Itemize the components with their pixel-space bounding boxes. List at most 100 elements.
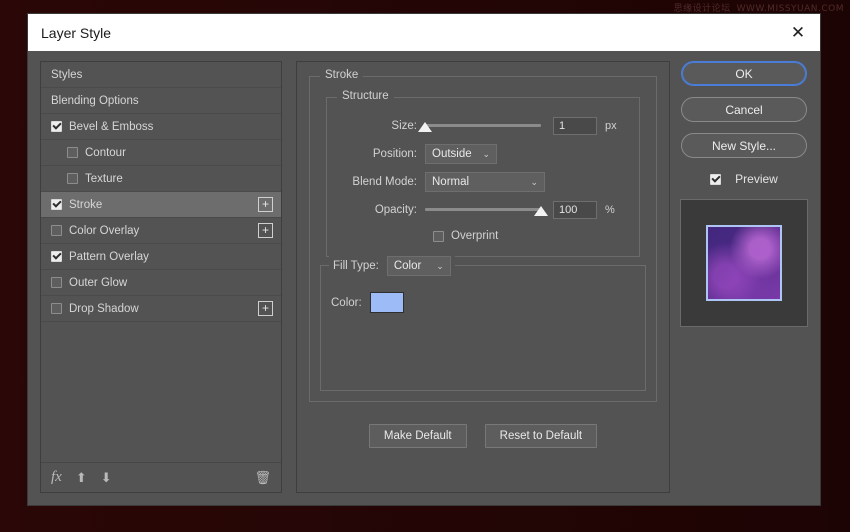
size-input[interactable]: 1 <box>553 117 597 135</box>
styles-toolbar: fx ⬆ ⬇ 🗑 <box>41 462 281 492</box>
sidebar-item-label: Stroke <box>69 198 103 211</box>
watermark: 思缘设计论坛 WWW.MISSYUAN.COM <box>674 1 844 14</box>
dialog-title: Layer Style <box>41 24 112 41</box>
sidebar-item-label: Bevel & Emboss <box>69 120 154 133</box>
add-color-overlay-effect-icon[interactable]: + <box>258 223 273 238</box>
new-style-button[interactable]: New Style... <box>681 133 807 158</box>
center-buttons: Make Default Reset to Default <box>309 424 657 448</box>
desktop-background: 思缘设计论坛 WWW.MISSYUAN.COM Layer Style ✕ Sty… <box>0 0 850 532</box>
move-up-icon[interactable]: ⬆ <box>76 470 87 486</box>
size-slider-track <box>425 124 541 127</box>
checkbox-pattern-overlay[interactable] <box>51 251 62 262</box>
add-stroke-effect-icon[interactable]: + <box>258 197 273 212</box>
stroke-group: Stroke Structure Size: 1 px Position: Ou… <box>309 69 657 402</box>
sidebar-item-stroke[interactable]: Stroke + <box>41 192 281 218</box>
fx-menu-icon[interactable]: fx <box>51 469 62 486</box>
fill-type-legend: Fill Type: Color ⌄ <box>329 256 455 276</box>
move-down-icon[interactable]: ⬇ <box>101 470 112 486</box>
chevron-down-icon: ⌄ <box>530 176 538 187</box>
watermark-cn-text: 思缘设计论坛 <box>673 4 731 14</box>
blend-mode-select[interactable]: Normal ⌄ <box>425 172 545 192</box>
sidebar-item-outer-glow[interactable]: Outer Glow <box>41 270 281 296</box>
fill-type-group: Fill Type: Color ⌄ Color: <box>320 256 646 391</box>
checkbox-stroke[interactable] <box>51 199 62 210</box>
opacity-slider-track <box>425 208 541 211</box>
position-select[interactable]: Outside ⌄ <box>425 144 497 164</box>
opacity-label: Opacity: <box>374 204 417 216</box>
close-icon[interactable]: ✕ <box>776 14 820 51</box>
position-select-value: Outside <box>432 148 472 160</box>
chevron-down-icon: ⌄ <box>482 148 490 159</box>
delete-effect-icon[interactable]: 🗑 <box>254 470 271 486</box>
sidebar-item-styles[interactable]: Styles <box>41 62 281 88</box>
fill-type-select-value: Color <box>393 260 422 272</box>
opacity-slider-thumb[interactable] <box>534 206 548 216</box>
structure-group: Structure Size: 1 px Position: Outside ⌄… <box>326 90 640 257</box>
checkbox-color-overlay[interactable] <box>51 225 62 236</box>
preview-thumbnail <box>680 199 808 327</box>
sidebar-item-pattern-overlay[interactable]: Pattern Overlay <box>41 244 281 270</box>
color-label: Color: <box>331 296 362 309</box>
checkbox-outer-glow[interactable] <box>51 277 62 288</box>
preview-label: Preview <box>735 172 778 186</box>
fill-type-label: Fill Type: <box>333 260 379 272</box>
checkbox-preview[interactable] <box>710 173 722 185</box>
opacity-unit: % <box>605 204 615 216</box>
opacity-slider[interactable] <box>425 201 548 219</box>
sidebar-item-label: Color Overlay <box>69 224 140 237</box>
position-row: Position: Outside ⌄ <box>335 142 631 166</box>
preview-toggle[interactable]: Preview <box>710 172 778 186</box>
blend-mode-row: Blend Mode: Normal ⌄ <box>335 170 631 194</box>
blend-mode-select-value: Normal <box>432 176 470 188</box>
dialog-body: Styles Blending Options Bevel & Emboss C… <box>28 51 820 505</box>
dialog-titlebar: Layer Style ✕ <box>28 14 820 51</box>
size-label: Size: <box>391 120 417 132</box>
cancel-button[interactable]: Cancel <box>681 97 807 122</box>
sidebar-item-label: Drop Shadow <box>69 302 139 315</box>
overprint-row[interactable]: Overprint <box>335 226 631 246</box>
color-swatch[interactable] <box>369 292 404 313</box>
opacity-input[interactable]: 100 <box>553 201 597 219</box>
watermark-url-text: WWW.MISSYUAN.COM <box>736 4 844 14</box>
checkbox-drop-shadow[interactable] <box>51 303 62 314</box>
color-row: Color: <box>331 292 635 313</box>
ok-button[interactable]: OK <box>681 61 807 86</box>
sidebar-item-label: Pattern Overlay <box>69 250 149 263</box>
checkbox-contour[interactable] <box>67 147 78 158</box>
checkbox-overprint[interactable] <box>433 230 444 242</box>
preview-artwork <box>706 225 782 301</box>
sidebar-item-blending-options[interactable]: Blending Options <box>41 88 281 114</box>
styles-list: Styles Blending Options Bevel & Emboss C… <box>41 62 281 462</box>
reset-to-default-button[interactable]: Reset to Default <box>484 424 598 448</box>
size-unit: px <box>605 120 617 132</box>
sidebar-item-drop-shadow[interactable]: Drop Shadow + <box>41 296 281 322</box>
overprint-label: Overprint <box>451 230 499 242</box>
checkbox-bevel-emboss[interactable] <box>51 121 62 132</box>
stroke-group-title: Stroke <box>320 69 364 81</box>
opacity-row: Opacity: 100 % <box>335 198 631 222</box>
sidebar-item-label: Styles <box>51 68 83 81</box>
dialog-actions-panel: OK Cancel New Style... Preview <box>680 61 808 493</box>
size-row: Size: 1 px <box>335 114 631 138</box>
checkbox-texture[interactable] <box>67 173 78 184</box>
styles-panel: Styles Blending Options Bevel & Emboss C… <box>40 61 282 493</box>
make-default-button[interactable]: Make Default <box>368 424 467 448</box>
add-drop-shadow-effect-icon[interactable]: + <box>258 301 273 316</box>
size-slider-thumb[interactable] <box>418 122 432 132</box>
fill-type-select[interactable]: Color ⌄ <box>386 256 451 276</box>
blend-mode-label: Blend Mode: <box>352 176 417 188</box>
sidebar-item-texture[interactable]: Texture <box>41 166 281 192</box>
sidebar-item-bevel-emboss[interactable]: Bevel & Emboss <box>41 114 281 140</box>
sidebar-item-label: Contour <box>85 146 126 159</box>
sidebar-item-label: Texture <box>85 172 123 185</box>
stroke-settings-panel: Stroke Structure Size: 1 px Position: Ou… <box>296 61 670 493</box>
structure-group-title: Structure <box>337 90 394 102</box>
position-label: Position: <box>372 148 417 160</box>
sidebar-item-contour[interactable]: Contour <box>41 140 281 166</box>
sidebar-item-label: Outer Glow <box>69 276 128 289</box>
size-slider[interactable] <box>418 117 541 135</box>
sidebar-item-label: Blending Options <box>51 94 139 107</box>
layer-style-dialog: Layer Style ✕ Styles Blending Options Be… <box>28 14 820 505</box>
chevron-down-icon: ⌄ <box>436 260 444 271</box>
sidebar-item-color-overlay[interactable]: Color Overlay + <box>41 218 281 244</box>
